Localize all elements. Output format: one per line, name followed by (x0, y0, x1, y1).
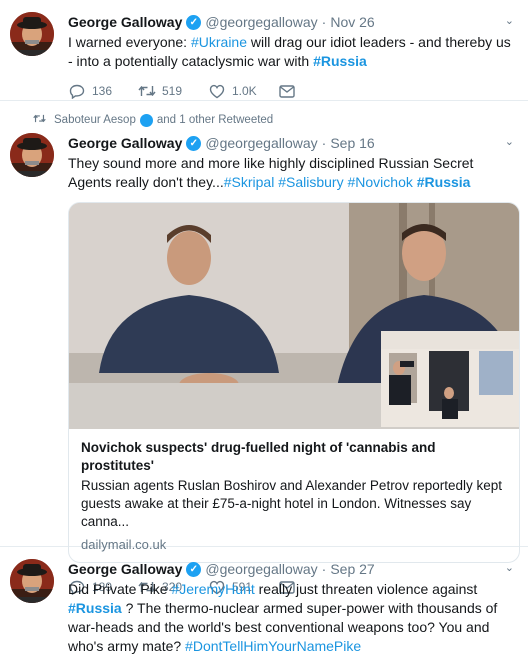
verified-icon: ✓ (186, 561, 202, 577)
message-button[interactable] (278, 83, 348, 99)
retweet-context-suffix: and 1 other Retweeted (156, 114, 274, 126)
hashtag-link[interactable]: #Russia (313, 53, 367, 69)
separator: · (321, 135, 327, 151)
like-button[interactable]: 1.0K (208, 83, 278, 99)
timestamp[interactable]: Sep 27 (330, 561, 374, 577)
like-count: 1.0K (232, 84, 257, 98)
hashtag-link[interactable]: #Novichok (347, 174, 412, 190)
timestamp[interactable]: Nov 26 (330, 14, 374, 30)
link-card[interactable]: Novichok suspects' drug-fuelled night of… (68, 202, 520, 563)
hashtag-link[interactable]: #DontTellHimYourNamePike (185, 638, 361, 654)
verified-icon: ✓ (186, 14, 202, 30)
timestamp[interactable]: Sep 16 (330, 135, 374, 151)
retweeter-badge-icon (139, 113, 153, 127)
display-name[interactable]: George Galloway (68, 561, 182, 577)
avatar[interactable] (10, 12, 54, 56)
chevron-down-icon[interactable]: ⌄ (505, 135, 514, 148)
retweet-icon (138, 83, 156, 99)
separator: · (321, 561, 327, 577)
avatar[interactable] (10, 559, 54, 603)
tweet-text: Did Private Pike #JeremyHunt really just… (68, 580, 516, 656)
avatar[interactable] (10, 133, 54, 177)
reply-count: 136 (92, 84, 113, 98)
reply-button[interactable]: 136 (68, 83, 138, 99)
reply-icon (68, 83, 86, 99)
tweet-header: George Galloway ✓ @georgegalloway · Nov … (68, 12, 516, 32)
verified-icon: ✓ (186, 135, 202, 151)
handle[interactable]: @georgegalloway (205, 561, 317, 577)
hashtag-link[interactable]: #Russia (417, 174, 471, 190)
heart-icon (208, 83, 226, 99)
tweet-text-segment: I warned everyone: (68, 34, 191, 50)
separator: · (321, 14, 327, 30)
tweet[interactable]: Saboteur Aesop and 1 other Retweeted Geo… (0, 101, 528, 595)
hashtag-link[interactable]: #Salisbury (278, 174, 343, 190)
tweet-text: I warned everyone: #Ukraine will drag ou… (68, 33, 516, 71)
card-body: Novichok suspects' drug-fuelled night of… (69, 429, 519, 562)
display-name[interactable]: George Galloway (68, 135, 182, 151)
handle[interactable]: @georgegalloway (205, 135, 317, 151)
tweet[interactable]: George Galloway ✓ @georgegalloway · Sep … (0, 547, 528, 666)
timeline: George Galloway ✓ @georgegalloway · Nov … (0, 0, 528, 666)
retweet-context: Saboteur Aesop and 1 other Retweeted (32, 111, 516, 129)
tweet-header: George Galloway ✓ @georgegalloway · Sep … (68, 133, 516, 153)
handle[interactable]: @georgegalloway (205, 14, 317, 30)
hashtag-link[interactable]: #Russia (68, 600, 122, 616)
chevron-down-icon[interactable]: ⌄ (505, 14, 514, 27)
retweet-button[interactable]: 519 (138, 83, 208, 99)
tweet-header: George Galloway ✓ @georgegalloway · Sep … (68, 559, 516, 579)
retweet-icon (32, 113, 46, 127)
chevron-down-icon[interactable]: ⌄ (505, 561, 514, 574)
display-name[interactable]: George Galloway (68, 14, 182, 30)
retweet-count: 519 (162, 84, 183, 98)
hashtag-link[interactable]: #JeremyHunt (171, 581, 254, 597)
envelope-icon (278, 83, 296, 99)
card-description: Russian agents Ruslan Boshirov and Alexa… (81, 478, 502, 529)
hashtag-link[interactable]: #Skripal (224, 174, 275, 190)
tweet-text: They sound more and more like highly dis… (68, 154, 516, 192)
tweet-text-segment: really just threaten violence against (254, 581, 478, 597)
tweet[interactable]: George Galloway ✓ @georgegalloway · Nov … (0, 0, 528, 101)
card-title[interactable]: Novichok suspects' drug-fuelled night of… (81, 439, 507, 475)
tweet-text-segment: Did Private Pike (68, 581, 172, 597)
card-image (69, 203, 519, 429)
retweeter-name[interactable]: Saboteur Aesop (54, 114, 136, 126)
hashtag-link[interactable]: #Ukraine (191, 34, 247, 50)
